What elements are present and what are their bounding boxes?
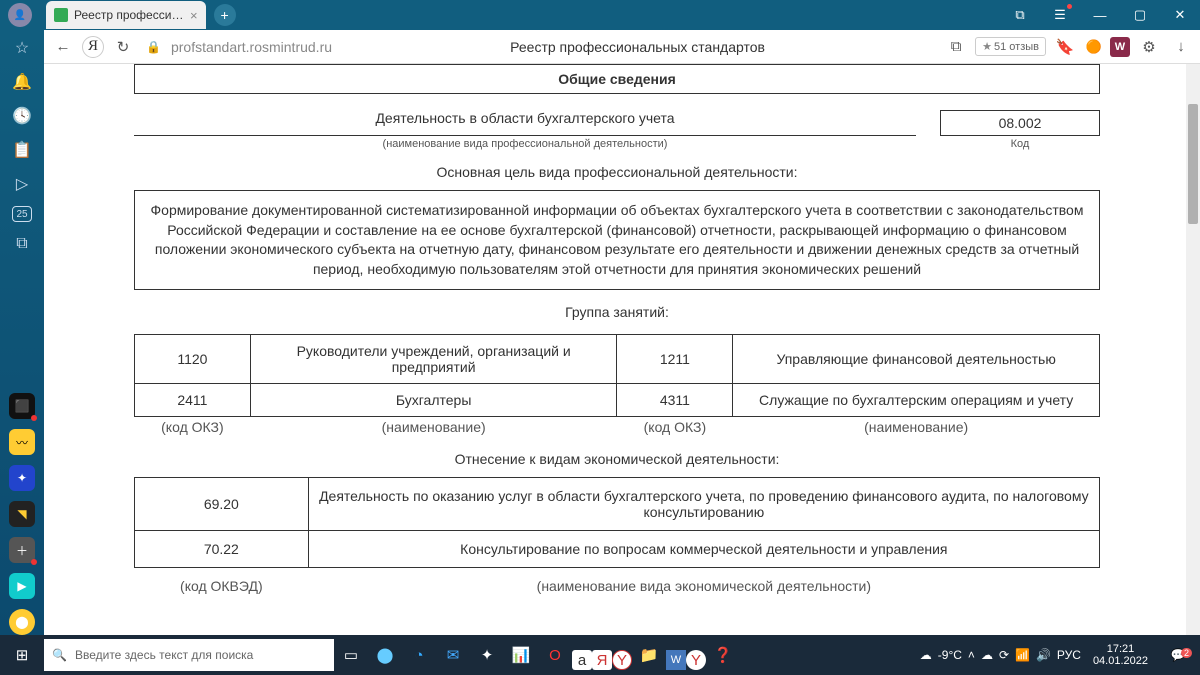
favorites-icon[interactable]: ☆ [10, 36, 34, 60]
taskbar-app[interactable]: ❓ [706, 635, 740, 675]
action-center-icon[interactable]: 💬2 [1160, 648, 1196, 662]
taskbar-app[interactable]: ◔ [402, 635, 436, 675]
wifi-icon[interactable]: 📶 [1015, 648, 1030, 662]
page-title: Реестр профессиональных стандартов [338, 39, 937, 55]
weather-temp[interactable]: -9°C [938, 648, 962, 662]
task-view-icon[interactable]: ▭ [334, 635, 368, 675]
extensions-menu-icon[interactable]: ⚙ [1136, 34, 1162, 60]
taskbar-app[interactable]: Y [612, 650, 632, 670]
table-hint-row: (код ОКВЭД) (наименование вида экономиче… [135, 568, 1100, 605]
window-titlebar: 👤 Реестр профессиональ × + ⧉ ☰ — ▢ ✕ [0, 0, 1200, 30]
language-indicator[interactable]: РУС [1057, 648, 1081, 662]
activity-name-hint: (наименование вида профессиональной деят… [134, 138, 916, 150]
scrollbar-thumb[interactable] [1188, 104, 1198, 224]
section-general-header: Общие сведения [134, 64, 1100, 94]
app-shortcut[interactable]: ▶ [9, 573, 35, 599]
taskbar-search[interactable]: 🔍 Введите здесь текст для поиска [44, 639, 334, 671]
browser-tab[interactable]: Реестр профессиональ × [46, 1, 206, 29]
address-bar: ← Я ↻ 🔒 profstandart.rosmintrud.ru Реест… [44, 30, 1200, 64]
table-row: 69.20 Деятельность по оказанию услуг в о… [135, 478, 1100, 531]
table-hint-row: (код ОКЗ) (наименование) (код ОКЗ) (наим… [135, 417, 1100, 438]
app-shortcut[interactable]: 〰 [9, 429, 35, 455]
volume-icon[interactable]: 🔊 [1036, 648, 1051, 662]
table-row: 70.22 Консультирование по вопросам комме… [135, 531, 1100, 568]
extension-icon[interactable]: 🟠 [1084, 37, 1104, 57]
screenshot-icon[interactable]: ⧉ [10, 232, 34, 256]
notifications-icon[interactable]: 🔔 [10, 70, 34, 94]
page-content: Общие сведения Деятельность в области бу… [44, 64, 1200, 635]
taskbar-app[interactable]: a [572, 650, 592, 670]
sync-icon[interactable]: ⟳ [999, 648, 1009, 662]
close-tab-icon[interactable]: × [190, 8, 198, 23]
app-shortcut[interactable]: ✦ [9, 465, 35, 491]
reviews-badge[interactable]: ★51 отзыв [975, 37, 1046, 56]
taskbar-app[interactable]: ⬤ [368, 635, 402, 675]
windows-taskbar: ⊞ 🔍 Введите здесь текст для поиска ▭ ⬤ ◔… [0, 635, 1200, 675]
economic-activity-table: 69.20 Деятельность по оказанию услуг в о… [134, 477, 1100, 604]
table-row: 1120 Руководители учреждений, организаци… [135, 335, 1100, 384]
code-hint: Код [940, 138, 1100, 150]
goal-title: Основная цель вида профессиональной деят… [134, 164, 1100, 180]
system-tray: ☁ -9°C ˄ ☁ ⟳ 📶 🔊 РУС 17:21 04.01.2022 💬2 [920, 643, 1200, 667]
taskbar-app[interactable]: ✦ [470, 635, 504, 675]
app-shortcut[interactable]: ◥ [9, 501, 35, 527]
group-title: Группа занятий: [134, 304, 1100, 320]
url-text[interactable]: profstandart.rosmintrud.ru [171, 39, 332, 55]
extension-w-icon[interactable]: W [1110, 37, 1130, 57]
app-shortcut[interactable]: ⬛ [9, 393, 35, 419]
tab-title: Реестр профессиональ [74, 8, 184, 22]
back-button[interactable]: ← [50, 34, 76, 60]
taskbar-app[interactable]: O [538, 635, 572, 675]
taskbar-app[interactable]: Я [592, 650, 612, 670]
taskbar-app[interactable]: 📊 [504, 635, 538, 675]
taskbar-app[interactable]: W [666, 650, 686, 670]
new-tab-button[interactable]: + [214, 4, 236, 26]
reload-button[interactable]: ↻ [110, 34, 136, 60]
clock[interactable]: 17:21 04.01.2022 [1087, 643, 1154, 667]
reader-mode-icon[interactable]: ⧉ [943, 34, 969, 60]
lock-icon: 🔒 [146, 40, 161, 54]
activity-name: Деятельность в области бухгалтерского уч… [134, 110, 916, 136]
maximize-button[interactable]: ▢ [1120, 0, 1160, 30]
settings-icon[interactable]: ☰ [1040, 0, 1080, 30]
table-row: 2411 Бухгалтеры 4311 Служащие по бухгалт… [135, 384, 1100, 417]
counter-icon[interactable]: 25 [12, 206, 32, 222]
yandex-home-icon[interactable]: Я [82, 36, 104, 58]
taskbar-app[interactable]: Y [686, 650, 706, 670]
start-button[interactable]: ⊞ [0, 635, 44, 675]
history-icon[interactable]: 🕓 [10, 104, 34, 128]
taskbar-app[interactable]: ✉ [436, 635, 470, 675]
add-shortcut-icon[interactable]: ＋ [9, 537, 35, 563]
alice-icon[interactable]: ⬤ [9, 609, 35, 635]
search-placeholder: Введите здесь текст для поиска [75, 648, 253, 662]
goal-text: Формирование документированной системати… [134, 190, 1100, 290]
onedrive-icon[interactable]: ☁ [981, 648, 993, 662]
minimize-button[interactable]: — [1080, 0, 1120, 30]
collections-icon[interactable]: 📋 [10, 138, 34, 162]
activity-code: 08.002 [940, 110, 1100, 136]
tray-chevron-icon[interactable]: ˄ [968, 648, 975, 662]
browser-sidebar: ☆ 🔔 🕓 📋 ▷ 25 ⧉ ⬛ 〰 ✦ ◥ ＋ ▶ ⬤ [0, 30, 44, 635]
close-window-button[interactable]: ✕ [1160, 0, 1200, 30]
downloads-icon[interactable]: ↓ [1168, 34, 1194, 60]
search-icon: 🔍 [52, 648, 67, 662]
bookmark-icon[interactable]: 🔖 [1052, 34, 1078, 60]
copy-window-icon[interactable]: ⧉ [1000, 0, 1040, 30]
media-icon[interactable]: ▷ [10, 172, 34, 196]
profile-avatar-icon[interactable]: 👤 [8, 3, 32, 27]
site-favicon-icon [54, 8, 68, 22]
econ-title: Отнесение к видам экономической деятельн… [134, 451, 1100, 467]
occupation-group-table: 1120 Руководители учреждений, организаци… [134, 334, 1100, 437]
scrollbar[interactable] [1186, 64, 1200, 635]
taskbar-app[interactable]: 📁 [632, 635, 666, 675]
weather-icon[interactable]: ☁ [920, 648, 932, 662]
